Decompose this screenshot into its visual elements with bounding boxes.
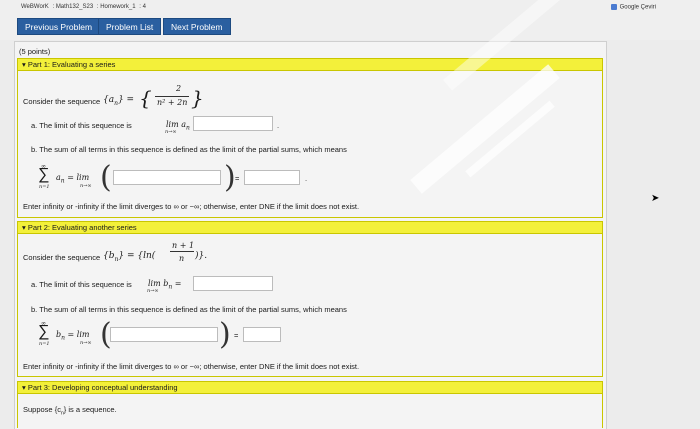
part1-brace-close: } [191,86,204,110]
part1-brace-open: { [139,86,152,110]
part1-note: Enter infinity or -infinity if the limit… [23,202,360,211]
part1-a-lim-sub: n→∞ [165,129,177,135]
part1-sequence-lhs: {an} = [103,95,135,107]
part1-fraction-den: n² + 2n [157,98,188,107]
part1-sum-bot: n=1 [39,184,50,190]
translate-icon [610,4,617,10]
part1-partial-sum-input[interactable] [113,170,221,185]
part2-sum-bot: n=1 [39,341,50,347]
part1-sum-lim-sub: n→∞ [80,183,92,189]
part2-header-label: Part 2: Evaluating another series [27,223,137,232]
part1-paren-open: ( [100,160,112,195]
part2-eq: = [234,331,239,340]
period: . [277,121,280,130]
part1-sum-input[interactable] [244,170,300,185]
part1-consider: Consider the sequence [23,97,101,106]
part2-fraction-bar [170,251,194,252]
part2-partial-sum-input[interactable] [110,327,218,342]
google-label: Google Çeviri [619,4,656,11]
sigma-icon: ∑ [38,323,50,340]
part2-a-text: a. The limit of this sequence is [31,280,132,289]
part1-paren-close: ) [224,160,236,195]
points-label: (5 points) [19,47,51,56]
breadcrumb-item-set[interactable]: Homework_1 [100,4,135,10]
part1-fraction-bar [155,96,189,97]
part3-header[interactable]: ▾ Part 3: Developing conceptual understa… [17,381,603,394]
breadcrumb-item-problem: 4 [142,4,146,10]
breadcrumb-item-webwork[interactable]: WeBWorK [21,4,49,10]
part2-header[interactable]: ▾ Part 2: Evaluating another series [17,221,603,234]
part2-a-lim-sub: n→∞ [147,288,159,294]
part1-eq: = [235,174,240,183]
next-problem-button[interactable]: Next Problem [163,18,231,35]
part2-limit-input[interactable] [193,276,273,291]
google-translate[interactable]: Google Çeviri [610,4,656,11]
part2-b-text: b. The sum of all terms in this sequence… [31,305,347,314]
breadcrumb: WeBWorK : Math132_S23 : Homework_1 : 4 [21,4,146,10]
part2-sequence-close: )}. [195,251,208,261]
part1-header-label: Part 1: Evaluating a series [27,60,116,69]
part3-suppose: Suppose {cn} is a sequence. [23,405,117,417]
part2-fraction-num: n + 1 [172,241,195,250]
part1-a-text: a. The limit of this sequence is [31,121,132,130]
part1-header[interactable]: ▾ Part 1: Evaluating a series [17,58,603,71]
period: . [305,174,308,183]
part3-header-label: Part 3: Developing conceptual understand… [27,383,178,392]
problem-list-button[interactable]: Problem List [98,18,162,35]
part2-consider: Consider the sequence [23,253,101,262]
part2-note: Enter infinity or -infinity if the limit… [23,362,360,371]
part2-fraction-den: n [179,254,185,263]
previous-problem-button[interactable]: Previous Problem [17,18,101,35]
part1-b-text: b. The sum of all terms in this sequence… [31,145,347,154]
sigma-icon: ∑ [38,166,50,183]
part2-sequence-lhs: {bn} = {ln( [103,251,156,263]
part2-sum-input[interactable] [243,327,281,342]
part2-paren-close: ) [219,317,231,352]
cursor-icon: ➤ [651,193,660,204]
part1-fraction-num: 2 [176,84,182,93]
breadcrumb-item-course[interactable]: Math132_S23 [56,4,93,10]
part1-limit-input[interactable] [193,116,273,131]
part2-sum-lim-sub: n→∞ [80,340,92,346]
